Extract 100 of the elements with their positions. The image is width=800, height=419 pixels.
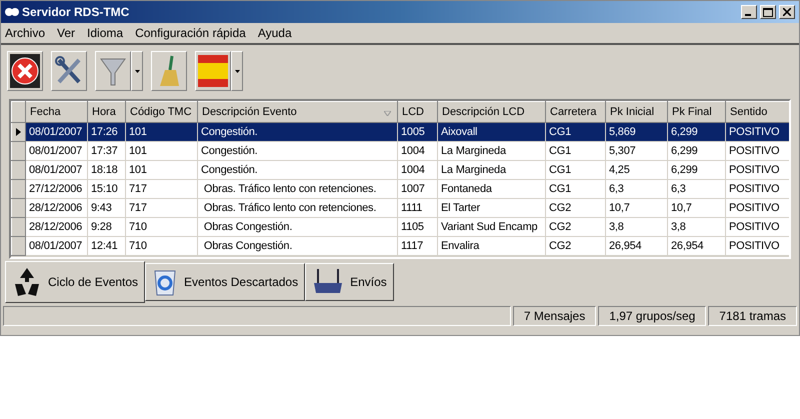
table-cell: 1007 xyxy=(398,180,438,198)
table-cell: 1005 xyxy=(398,122,438,142)
table-cell: 12:41 xyxy=(88,236,126,256)
caret-icon xyxy=(134,70,140,72)
column-header[interactable]: Descripción Evento xyxy=(198,102,398,122)
table-cell: CG2 xyxy=(546,236,606,256)
table-cell: 101 xyxy=(126,142,198,160)
table-cell: 17:26 xyxy=(88,122,126,142)
menu-item[interactable]: Ver xyxy=(57,26,76,40)
table-cell: 1004 xyxy=(398,160,438,180)
table-cell: 1117 xyxy=(398,236,438,256)
dropdown-button[interactable] xyxy=(231,51,243,91)
tab[interactable]: Envíos xyxy=(305,263,394,301)
table-cell: 1111 xyxy=(398,198,438,218)
table-cell: 1004 xyxy=(398,142,438,160)
table-cell: 6,3 xyxy=(668,180,726,198)
table-cell: Obras. Tráfico lento con retenciones. xyxy=(198,180,398,198)
table-cell: La Margineda xyxy=(438,160,546,180)
table-cell: Congestión. xyxy=(198,122,398,142)
toolbar-button[interactable] xyxy=(7,51,43,91)
table-cell: Fontaneda xyxy=(438,180,546,198)
table-cell: 5,307 xyxy=(606,142,668,160)
menu-item[interactable]: Idioma xyxy=(87,26,124,40)
close-icon xyxy=(10,54,40,88)
toolbar-button[interactable] xyxy=(51,51,87,91)
table-cell: CG2 xyxy=(546,218,606,236)
column-header[interactable]: Pk Inicial xyxy=(606,102,668,122)
table-cell: 717 xyxy=(126,198,198,218)
table-cell: 17:37 xyxy=(88,142,126,160)
column-header[interactable]: LCD xyxy=(398,102,438,122)
table-cell: 08/01/2007 xyxy=(26,160,88,180)
table-cell: 26,954 xyxy=(606,236,668,256)
broom-icon xyxy=(157,54,181,88)
table-cell: POSITIVO xyxy=(726,142,789,160)
table-cell: Obras Congestión. xyxy=(198,236,398,256)
table-cell: 6,299 xyxy=(668,122,726,142)
close-icon xyxy=(783,8,791,16)
table-cell: POSITIVO xyxy=(726,218,789,236)
maximize-button[interactable] xyxy=(760,5,776,19)
menu-item[interactable]: Ayuda xyxy=(258,26,292,40)
menu-item[interactable]: Archivo xyxy=(5,26,46,40)
table-cell: Congestión. xyxy=(198,160,398,180)
table-cell: CG1 xyxy=(546,142,606,160)
table-cell: 27/12/2006 xyxy=(26,180,88,198)
table-cell: 10,7 xyxy=(668,198,726,218)
column-header[interactable]: Sentido xyxy=(726,102,789,122)
table-cell: 18:18 xyxy=(88,160,126,180)
table-cell: Aixovall xyxy=(438,122,546,142)
caret-icon xyxy=(234,70,240,72)
close-button[interactable] xyxy=(779,5,795,19)
table-cell: CG1 xyxy=(546,122,606,142)
table-cell: 6,299 xyxy=(668,160,726,180)
maximize-icon xyxy=(763,8,773,16)
row-pointer-icon xyxy=(16,128,21,136)
table-cell: Obras Congestión. xyxy=(198,218,398,236)
table-cell: 9:43 xyxy=(88,198,126,218)
table-cell: 28/12/2006 xyxy=(26,198,88,218)
column-header[interactable]: Pk Final xyxy=(668,102,726,122)
table-cell: 6,299 xyxy=(668,142,726,160)
table-cell: 710 xyxy=(126,218,198,236)
table-cell: 4,25 xyxy=(606,160,668,180)
menu-item[interactable]: Configuración rápida xyxy=(135,26,246,40)
column-header[interactable]: Código TMC xyxy=(126,102,198,122)
table-cell: Variant Sud Encamp xyxy=(438,218,546,236)
column-header[interactable]: Fecha xyxy=(26,102,88,122)
table-cell: 28/12/2006 xyxy=(26,218,88,236)
tab[interactable]: Ciclo de Eventos xyxy=(5,261,146,303)
table-cell: 08/01/2007 xyxy=(26,236,88,256)
tools-icon xyxy=(55,56,83,86)
table-cell: CG1 xyxy=(546,160,606,180)
column-header[interactable]: Descripción LCD xyxy=(438,102,546,122)
status-text: 7 Mensajes xyxy=(512,306,596,326)
tab[interactable]: Eventos Descartados xyxy=(145,263,306,301)
window-title: Servidor RDS-TMC xyxy=(22,5,130,19)
table-cell: 3,8 xyxy=(606,218,668,236)
table-cell: Obras. Tráfico lento con retenciones. xyxy=(198,198,398,218)
table-cell: CG2 xyxy=(546,198,606,218)
table-cell: La Margineda xyxy=(438,142,546,160)
table-cell: 717 xyxy=(126,180,198,198)
table-cell: CG1 xyxy=(546,180,606,198)
sort-icon xyxy=(384,111,391,116)
column-header[interactable]: Hora xyxy=(88,102,126,122)
flag-icon xyxy=(198,55,228,87)
table-cell: POSITIVO xyxy=(726,160,789,180)
minimize-button[interactable] xyxy=(741,5,757,19)
table-cell: 101 xyxy=(126,160,198,180)
table-cell: 101 xyxy=(126,122,198,142)
table-cell: 08/01/2007 xyxy=(26,122,88,142)
table-cell: 710 xyxy=(126,236,198,256)
table-cell: Congestión. xyxy=(198,142,398,160)
table-cell: POSITIVO xyxy=(726,236,789,256)
table-cell: 10,7 xyxy=(606,198,668,218)
status-text: 7181 tramas xyxy=(708,306,797,326)
column-header[interactable]: Carretera xyxy=(546,102,606,122)
table-cell: 1105 xyxy=(398,218,438,236)
dropdown-button[interactable] xyxy=(131,51,143,91)
table-cell: POSITIVO xyxy=(726,198,789,218)
table-cell: 5,869 xyxy=(606,122,668,142)
table-cell: 6,3 xyxy=(606,180,668,198)
table-cell: POSITIVO xyxy=(726,122,789,142)
